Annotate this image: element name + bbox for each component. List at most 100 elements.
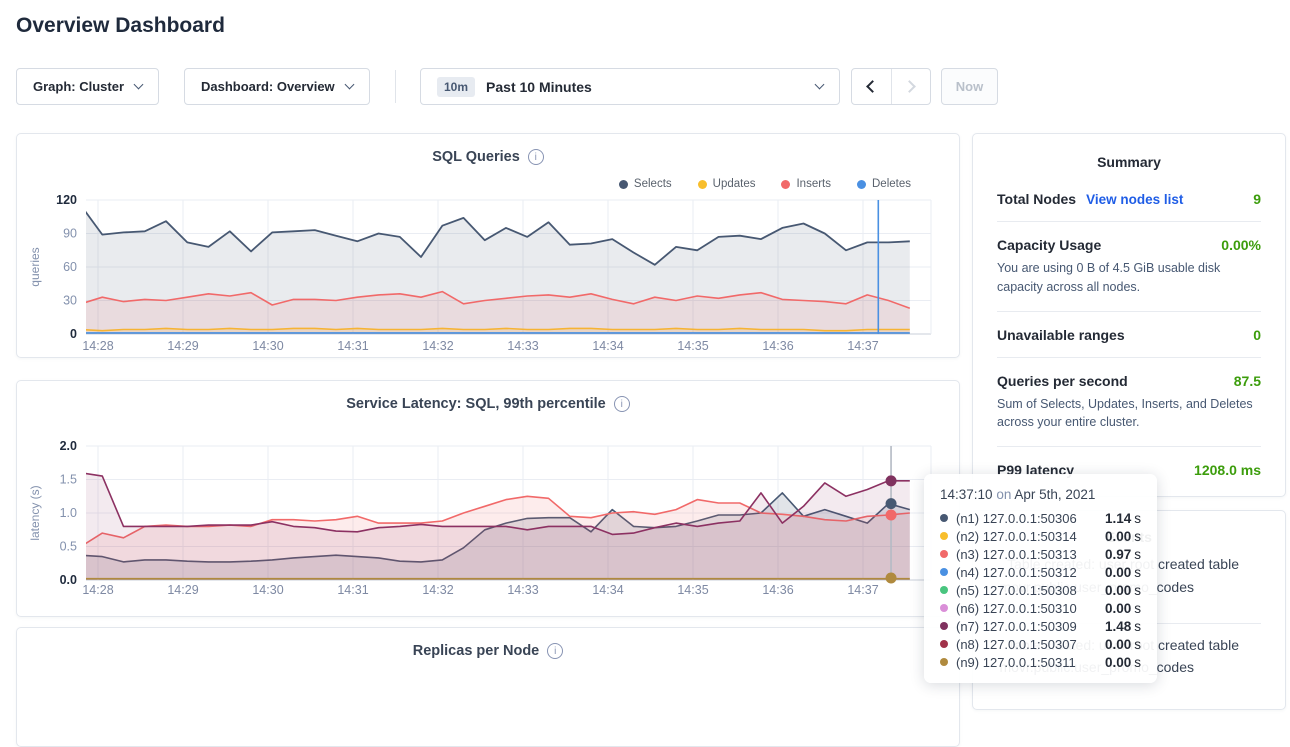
svg-text:queries: queries: [28, 247, 42, 286]
svg-text:0: 0: [70, 327, 77, 341]
svg-text:90: 90: [63, 227, 77, 241]
svg-text:14:35: 14:35: [677, 339, 708, 353]
capacity-usage-description: You are using 0 B of 4.5 GiB usable disk…: [997, 259, 1261, 297]
dashboard-selector-dropdown[interactable]: Dashboard: Overview: [184, 68, 370, 105]
tooltip-node-address: (n7) 127.0.0.1:50309: [956, 619, 1097, 634]
qps-label: Queries per second: [997, 373, 1128, 389]
tooltip-node-unit: s: [1134, 547, 1141, 562]
svg-text:14:37: 14:37: [847, 339, 878, 353]
capacity-usage-value: 0.00%: [1221, 237, 1261, 253]
overview-dashboard-page: Overview Dashboard Graph: Cluster Dashbo…: [0, 0, 1290, 689]
svg-text:14:29: 14:29: [167, 583, 198, 597]
tooltip-node-unit: s: [1134, 583, 1141, 598]
node-color-dot-icon: [940, 586, 948, 594]
tooltip-node-address: (n8) 127.0.0.1:50307: [956, 637, 1097, 652]
svg-text:14:31: 14:31: [337, 583, 368, 597]
tooltip-node-unit: s: [1134, 565, 1141, 580]
tooltip-node-address: (n9) 127.0.0.1:50311: [956, 655, 1097, 670]
capacity-usage-label: Capacity Usage: [997, 237, 1101, 253]
time-range-dropdown[interactable]: 10m Past 10 Minutes: [420, 68, 840, 105]
chart-hover-tooltip: 14:37:10 on Apr 5th, 2021 (n1) 127.0.0.1…: [924, 474, 1157, 683]
svg-text:14:31: 14:31: [337, 339, 368, 353]
sql-queries-panel: SQL Queries i SelectsUpdatesInsertsDelet…: [16, 133, 960, 358]
svg-text:14:36: 14:36: [762, 583, 793, 597]
svg-text:120: 120: [56, 193, 77, 207]
tooltip-node-value: 0.00s: [1105, 601, 1141, 616]
svg-text:1.5: 1.5: [60, 473, 77, 487]
tooltip-date: Apr 5th, 2021: [1014, 487, 1095, 502]
sql-queries-chart[interactable]: 030609012014:2814:2914:3014:3114:3214:33…: [17, 134, 959, 357]
qps-value: 87.5: [1234, 373, 1261, 389]
service-latency-panel: Service Latency: SQL, 99th percentile i …: [16, 380, 960, 617]
tooltip-node-value: 0.00s: [1105, 565, 1141, 580]
tooltip-node-row: (n3) 127.0.0.1:50313 0.97s: [940, 545, 1141, 563]
summary-unavailable-ranges: Unavailable ranges 0: [997, 311, 1261, 357]
svg-text:0.0: 0.0: [60, 573, 77, 587]
tooltip-node-address: (n3) 127.0.0.1:50313: [956, 547, 1097, 562]
svg-text:14:37: 14:37: [847, 583, 878, 597]
svg-text:14:29: 14:29: [167, 339, 198, 353]
svg-text:14:28: 14:28: [82, 339, 113, 353]
now-button-label: Now: [956, 79, 983, 94]
svg-text:14:32: 14:32: [422, 339, 453, 353]
chevron-down-icon: [134, 80, 144, 90]
info-icon[interactable]: i: [547, 643, 563, 659]
service-latency-chart[interactable]: 0.00.51.01.52.014:2814:2914:3014:3114:32…: [17, 381, 959, 616]
node-color-dot-icon: [940, 604, 948, 612]
replicas-per-node-panel: Replicas per Node i: [16, 627, 960, 747]
tooltip-node-address: (n6) 127.0.0.1:50310: [956, 601, 1097, 616]
tooltip-timestamp: 14:37:10 on Apr 5th, 2021: [940, 487, 1141, 502]
summary-panel: Summary Total Nodes View nodes list 9 Ca…: [972, 133, 1286, 497]
tooltip-node-row: (n7) 127.0.0.1:503091.48s: [940, 617, 1141, 635]
tooltip-node-value: 0.00s: [1105, 529, 1141, 544]
svg-text:2.0: 2.0: [60, 439, 77, 453]
qps-description: Sum of Selects, Updates, Inserts, and De…: [997, 395, 1261, 433]
graph-selector-label: Graph: Cluster: [33, 79, 124, 94]
now-button[interactable]: Now: [941, 68, 998, 105]
summary-capacity: Capacity Usage 0.00% You are using 0 B o…: [997, 221, 1261, 311]
total-nodes-value: 9: [1253, 191, 1261, 207]
svg-text:14:35: 14:35: [677, 583, 708, 597]
tooltip-node-address: (n2) 127.0.0.1:50314: [956, 529, 1097, 544]
svg-text:14:30: 14:30: [252, 339, 283, 353]
svg-text:0.5: 0.5: [60, 540, 77, 554]
node-color-dot-icon: [940, 640, 948, 648]
tooltip-node-address: (n5) 127.0.0.1:50308: [956, 583, 1097, 598]
tooltip-node-unit: s: [1134, 637, 1141, 652]
summary-qps: Queries per second 87.5 Sum of Selects, …: [997, 357, 1261, 447]
toolbar-divider: [395, 70, 396, 103]
tooltip-node-value: 0.00s: [1105, 583, 1141, 598]
total-nodes-label: Total Nodes: [997, 191, 1076, 207]
tooltip-node-row: (n6) 127.0.0.1:50310 0.00s: [940, 599, 1141, 617]
svg-text:14:33: 14:33: [507, 583, 538, 597]
time-step-back-button[interactable]: [852, 69, 891, 104]
tooltip-node-unit: s: [1134, 529, 1141, 544]
node-color-dot-icon: [940, 514, 948, 522]
node-color-dot-icon: [940, 550, 948, 558]
tooltip-node-unit: s: [1134, 619, 1141, 634]
tooltip-node-unit: s: [1134, 601, 1141, 616]
time-step-forward-button[interactable]: [891, 69, 931, 104]
svg-text:14:32: 14:32: [422, 583, 453, 597]
tooltip-node-address: (n4) 127.0.0.1:50312: [956, 565, 1097, 580]
graph-selector-dropdown[interactable]: Graph: Cluster: [16, 68, 159, 105]
view-nodes-list-link[interactable]: View nodes list: [1086, 192, 1183, 207]
tooltip-connector: on: [996, 487, 1011, 502]
node-color-dot-icon: [940, 532, 948, 540]
tooltip-node-row: (n2) 127.0.0.1:50314 0.00s: [940, 527, 1141, 545]
tooltip-time: 14:37:10: [940, 487, 993, 502]
chevron-down-icon: [344, 80, 354, 90]
chevron-down-icon: [815, 80, 825, 90]
svg-text:latency (s): latency (s): [28, 485, 42, 540]
unavailable-ranges-value: 0: [1253, 327, 1261, 343]
tooltip-node-address: (n1) 127.0.0.1:50306: [956, 511, 1097, 526]
tooltip-node-unit: s: [1134, 511, 1141, 526]
dashboard-selector-label: Dashboard: Overview: [201, 79, 335, 94]
svg-text:14:36: 14:36: [762, 339, 793, 353]
tooltip-node-row: (n5) 127.0.0.1:50308 0.00s: [940, 581, 1141, 599]
tooltip-node-row: (n4) 127.0.0.1:50312 0.00s: [940, 563, 1141, 581]
page-title: Overview Dashboard: [16, 14, 225, 38]
tooltip-node-value: 0.97s: [1105, 547, 1141, 562]
node-color-dot-icon: [940, 622, 948, 630]
svg-text:14:30: 14:30: [252, 583, 283, 597]
